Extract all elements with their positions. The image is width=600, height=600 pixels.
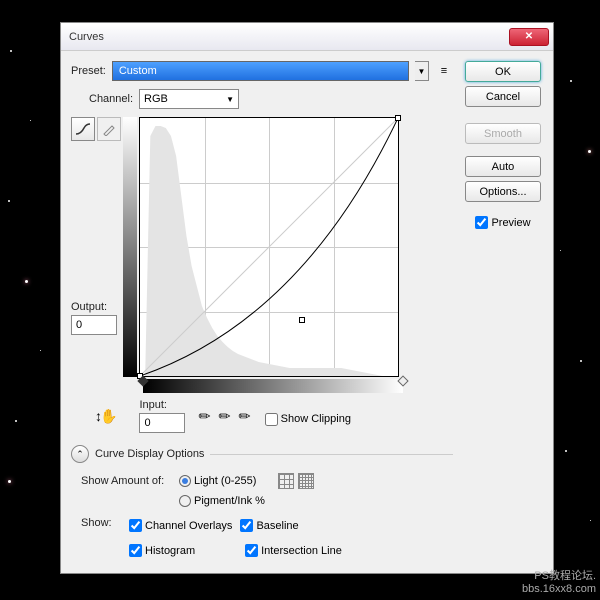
- curve-plot[interactable]: [139, 117, 399, 377]
- smooth-button[interactable]: Smooth: [465, 123, 541, 144]
- baseline-checkbox[interactable]: Baseline: [240, 519, 298, 532]
- ok-button[interactable]: OK: [465, 61, 541, 82]
- curve-handle-white[interactable]: [395, 115, 401, 121]
- show-amount-label: Show Amount of:: [81, 475, 171, 487]
- pigment-radio[interactable]: Pigment/Ink %: [179, 495, 265, 507]
- preset-label: Preset:: [71, 65, 106, 77]
- auto-button[interactable]: Auto: [465, 156, 541, 177]
- intersection-checkbox[interactable]: Intersection Line: [245, 544, 342, 557]
- channel-overlays-checkbox[interactable]: Channel Overlays: [129, 519, 232, 532]
- collapse-options-button[interactable]: ⌃: [71, 445, 89, 463]
- curve-handle-mid[interactable]: [299, 317, 305, 323]
- divider: [210, 454, 453, 455]
- histogram-checkbox[interactable]: Histogram: [129, 544, 195, 557]
- options-button[interactable]: Options...: [465, 181, 541, 202]
- cancel-button[interactable]: Cancel: [465, 86, 541, 107]
- output-label: Output:: [71, 301, 107, 313]
- input-label: Input:: [139, 399, 185, 411]
- watermark: PS教程论坛.bbs.16xx8.com: [522, 570, 596, 596]
- white-slider[interactable]: [397, 375, 408, 386]
- grid-coarse-icon[interactable]: [278, 473, 294, 489]
- curve-display-options-label: Curve Display Options: [95, 448, 204, 460]
- show-label: Show:: [81, 517, 121, 529]
- preset-select[interactable]: Custom: [112, 61, 409, 81]
- channel-label: Channel:: [89, 93, 133, 105]
- preset-menu-icon[interactable]: ≡: [435, 65, 453, 77]
- show-clipping-checkbox[interactable]: Show Clipping: [265, 413, 351, 426]
- close-button[interactable]: ✕: [509, 28, 549, 46]
- curve-svg: [140, 118, 398, 376]
- chevron-down-icon: ▼: [226, 95, 234, 104]
- black-eyedropper-icon[interactable]: ✎: [195, 406, 215, 426]
- curves-dialog: Curves ✕ Preset: Custom ▼ ≡ Channel: RGB…: [60, 22, 554, 574]
- output-field[interactable]: 0: [71, 315, 117, 335]
- gray-eyedropper-icon[interactable]: ✎: [215, 406, 235, 426]
- white-eyedropper-icon[interactable]: ✎: [235, 406, 255, 426]
- light-radio[interactable]: Light (0-255): [179, 475, 256, 487]
- input-gradient: [143, 379, 403, 393]
- grid-fine-icon[interactable]: [298, 473, 314, 489]
- input-field[interactable]: 0: [139, 413, 185, 433]
- pencil-tool[interactable]: [97, 117, 121, 141]
- target-adjust-tool[interactable]: ↕✋: [95, 408, 115, 425]
- dialog-title: Curves: [69, 31, 509, 43]
- titlebar[interactable]: Curves ✕: [61, 23, 553, 51]
- channel-select[interactable]: RGB▼: [139, 89, 239, 109]
- preset-dropdown-icon[interactable]: ▼: [415, 61, 429, 81]
- curve-tool[interactable]: [71, 117, 95, 141]
- preview-checkbox[interactable]: Preview: [475, 216, 530, 229]
- output-gradient: [123, 117, 137, 377]
